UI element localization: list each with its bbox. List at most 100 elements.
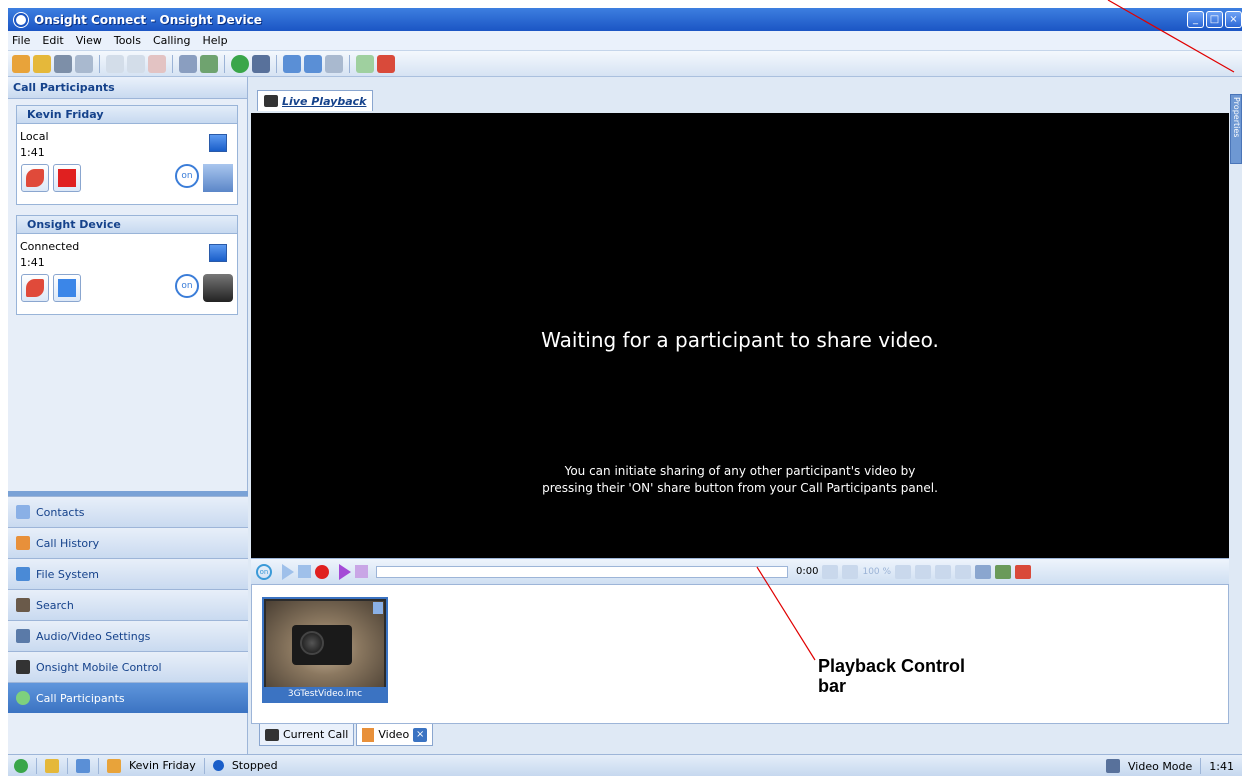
camera-icon [265, 728, 279, 741]
zoom-level: 100 % [862, 566, 892, 577]
menu-file[interactable]: File [12, 34, 30, 47]
annotation-line: bar [818, 676, 847, 692]
tab-label: Current Call [283, 728, 349, 741]
playback-control-bar: on 0:00 100 % [251, 558, 1229, 584]
share-on-button[interactable]: on [175, 274, 199, 298]
av-settings-icon [16, 629, 30, 643]
hangup-button[interactable] [21, 164, 49, 192]
participant-status: Connected [20, 240, 80, 253]
share-on-button[interactable]: on [256, 563, 272, 580]
play-recording-icon[interactable] [339, 563, 351, 580]
settings-icon[interactable] [325, 54, 343, 73]
tab-current-call[interactable]: Current Call [259, 724, 355, 746]
hangup-button[interactable] [21, 274, 49, 302]
main-toolbar [8, 51, 1242, 77]
user-icon[interactable] [12, 54, 30, 73]
volume-icon[interactable] [975, 564, 992, 579]
left-panel: Call Participants Kevin Friday Local 1:4… [8, 77, 248, 754]
share-on-button[interactable]: on [175, 164, 199, 188]
zoom-in-icon[interactable] [895, 564, 912, 579]
participant-card: Onsight Device Connected 1:41 on [16, 215, 238, 315]
play-icon[interactable] [282, 563, 294, 580]
nav-search[interactable]: Search [8, 589, 248, 620]
edit-icon[interactable] [127, 54, 145, 73]
stop-icon[interactable] [298, 565, 311, 578]
playback-time: 0:00 [796, 566, 819, 577]
menu-tools[interactable]: Tools [114, 34, 141, 47]
device-icon[interactable] [54, 54, 72, 73]
nav-file-system[interactable]: File System [8, 558, 248, 589]
tab-live-playback[interactable]: Live Playback [257, 90, 374, 111]
contacts-icon [16, 505, 30, 519]
menu-edit[interactable]: Edit [42, 34, 63, 47]
new-icon[interactable] [106, 54, 124, 73]
key-icon[interactable] [33, 54, 51, 73]
share-hint-line: pressing their 'ON' share button from yo… [542, 481, 938, 495]
video-thumbnail[interactable]: 3GTestVideo.lmc [262, 597, 388, 703]
window-title: Onsight Connect - Onsight Device [34, 12, 262, 27]
nav-call-participants[interactable]: Call Participants [8, 682, 248, 713]
snapshot-icon[interactable] [955, 564, 972, 579]
transfer-icon[interactable] [283, 54, 301, 73]
side-tab-label: Properties [1232, 97, 1241, 138]
zoom-out-icon[interactable] [842, 564, 859, 579]
hangup-icon[interactable] [377, 54, 395, 73]
film-icon[interactable] [252, 54, 270, 73]
pan-icon[interactable] [822, 564, 839, 579]
participant-status: Local [20, 130, 49, 143]
tab-video[interactable]: Video × [356, 724, 434, 746]
status-state: Stopped [231, 759, 278, 772]
hangup-icon[interactable] [1015, 564, 1032, 579]
stop-button[interactable] [53, 164, 81, 192]
nav-onsight-mobile-control[interactable]: Onsight Mobile Control [8, 651, 248, 682]
menu-bar: File Edit View Tools Calling Help [8, 31, 1242, 51]
image-settings-icon[interactable] [995, 564, 1012, 579]
seek-slider[interactable] [376, 565, 788, 578]
share-hint: You can initiate sharing of any other pa… [251, 463, 1229, 497]
available-icon[interactable] [231, 54, 249, 73]
nav-contacts[interactable]: Contacts [8, 496, 248, 527]
camera-icon [203, 274, 233, 302]
nav-audio-video-settings[interactable]: Audio/Video Settings [8, 620, 248, 651]
answer-call-icon[interactable] [356, 54, 374, 73]
video-window-icon[interactable] [209, 244, 227, 262]
bottom-tabs: Current Call Video × [251, 724, 1229, 752]
properties-side-tab[interactable]: Properties [1230, 94, 1242, 164]
tab-label: Live Playback [282, 94, 367, 108]
app-window: Onsight Connect - Onsight Device _ □ × F… [8, 8, 1242, 776]
app-logo-icon [14, 12, 28, 27]
close-button[interactable]: × [1225, 11, 1242, 28]
media-gallery: 3GTestVideo.lmc [251, 584, 1229, 724]
minimize-button[interactable]: _ [1187, 11, 1204, 28]
nav-label: Onsight Mobile Control [36, 660, 162, 674]
layout-icon[interactable] [935, 564, 952, 579]
video-window-icon[interactable] [209, 134, 227, 152]
book-icon[interactable] [179, 54, 197, 73]
user-icon [107, 758, 121, 773]
network-icon[interactable] [76, 758, 90, 773]
properties-icon[interactable] [75, 54, 93, 73]
draw-icon[interactable] [915, 564, 932, 579]
nav-call-history[interactable]: Call History [8, 527, 248, 558]
conference-icon[interactable] [304, 54, 322, 73]
close-tab-icon[interactable]: × [413, 727, 428, 742]
participant-card: Kevin Friday Local 1:41 on [16, 105, 238, 205]
maximize-button[interactable]: □ [1206, 11, 1223, 28]
delete-icon[interactable] [148, 54, 166, 73]
import-icon[interactable] [200, 54, 218, 73]
participant-time: 1:41 [20, 256, 45, 269]
menu-help[interactable]: Help [203, 34, 228, 47]
stop-recording-icon[interactable] [355, 565, 368, 578]
menu-calling[interactable]: Calling [153, 34, 191, 47]
lock-icon[interactable] [45, 758, 59, 773]
record-icon[interactable] [315, 564, 329, 579]
status-mode: Video Mode [1128, 759, 1193, 773]
status-user: Kevin Friday [129, 759, 196, 772]
document-tabs: Live Playback [251, 77, 1228, 113]
file-system-icon [16, 567, 30, 581]
stop-button[interactable] [53, 274, 81, 302]
nav-label: Call Participants [36, 691, 125, 705]
pc-icon [203, 164, 233, 192]
menu-view[interactable]: View [76, 34, 102, 47]
nav-label: File System [36, 567, 99, 581]
